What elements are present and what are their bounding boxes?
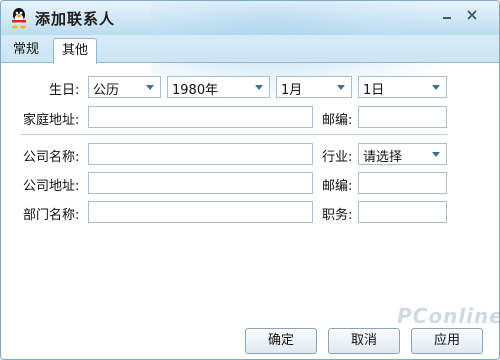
add-contact-window: 添加联系人 常规 其他 生日: 公历 1980年 1月 1日 家庭地址: 邮编:…: [0, 0, 500, 360]
company-address-label: 公司地址:: [23, 179, 80, 194]
ok-button[interactable]: 确定: [245, 328, 317, 354]
minimize-button[interactable]: [438, 7, 456, 23]
industry-label: 行业:: [322, 150, 353, 165]
tab-other[interactable]: 其他: [53, 38, 98, 64]
tab-bar: 常规 其他: [1, 35, 499, 64]
dropdown-arrow-icon: [337, 85, 345, 90]
dropdown-arrow-icon: [432, 85, 440, 90]
birth-day-value: 1日: [363, 83, 385, 98]
minimize-icon: [443, 17, 451, 19]
company-address-input[interactable]: [88, 172, 313, 194]
birth-day-select[interactable]: 1日: [358, 76, 447, 98]
tab-general[interactable]: 常规: [5, 38, 47, 63]
apply-button[interactable]: 应用: [411, 328, 483, 354]
department-label: 部门名称:: [23, 208, 80, 223]
position-input[interactable]: [358, 201, 447, 223]
company-name-input[interactable]: [88, 143, 313, 165]
close-icon: [467, 10, 477, 20]
company-postcode-label: 邮编:: [322, 179, 353, 194]
birth-year-select[interactable]: 1980年: [167, 76, 270, 98]
home-address-label: 家庭地址:: [23, 113, 80, 128]
dropdown-arrow-icon: [146, 85, 154, 90]
home-address-input[interactable]: [88, 106, 313, 128]
birthday-label: 生日:: [49, 83, 80, 98]
pconline-watermark: PConline: [397, 304, 500, 328]
birth-month-select[interactable]: 1月: [276, 76, 352, 98]
industry-value: 请选择: [363, 150, 403, 165]
company-name-label: 公司名称:: [23, 150, 80, 165]
section-divider: [21, 134, 447, 135]
window-title: 添加联系人: [35, 10, 116, 28]
birth-year-value: 1980年: [172, 83, 219, 98]
birth-month-value: 1月: [281, 83, 303, 98]
cancel-button[interactable]: 取消: [328, 328, 400, 354]
dropdown-arrow-icon: [432, 152, 440, 157]
home-postcode-input[interactable]: [358, 106, 447, 128]
calendar-type-select[interactable]: 公历: [88, 76, 161, 98]
department-input[interactable]: [88, 201, 313, 223]
dropdown-arrow-icon: [255, 85, 263, 90]
calendar-type-value: 公历: [93, 83, 120, 98]
company-postcode-input[interactable]: [358, 172, 447, 194]
position-label: 职务:: [322, 208, 353, 223]
industry-select[interactable]: 请选择: [358, 143, 447, 165]
qq-penguin-icon: [9, 7, 29, 29]
home-postcode-label: 邮编:: [322, 113, 353, 128]
close-button[interactable]: [463, 7, 481, 23]
title-bar[interactable]: 添加联系人: [1, 1, 499, 101]
